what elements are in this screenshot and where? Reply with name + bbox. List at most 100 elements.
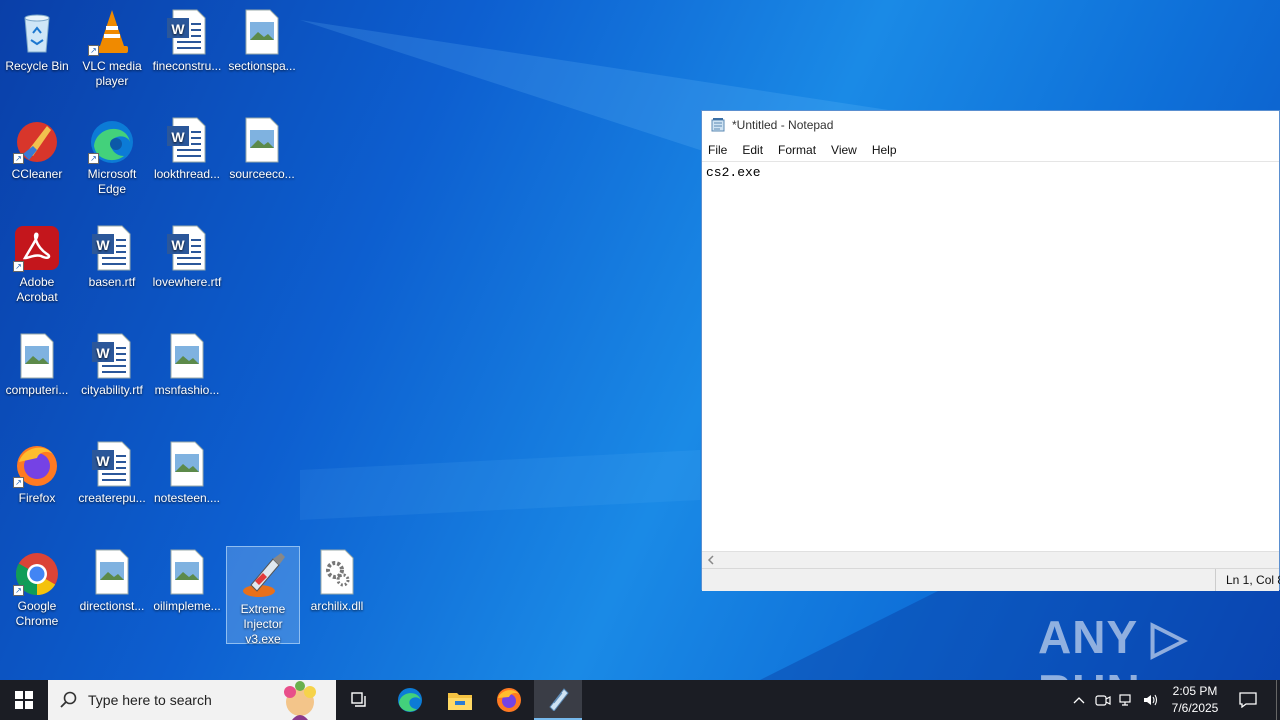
tray-network[interactable] [1116, 680, 1138, 720]
scroll-left-arrow-icon[interactable] [705, 552, 717, 568]
dll-gear-file-icon [313, 548, 361, 596]
menu-file[interactable]: File [708, 143, 727, 157]
icon-label: lookthread... [153, 167, 221, 181]
clock-time: 2:05 PM [1172, 684, 1218, 698]
taskbar-notepad-active[interactable] [534, 680, 582, 720]
desktop-file[interactable]: W lookthread... [150, 112, 224, 182]
folder-icon [448, 693, 472, 710]
desktop-file[interactable]: W fineconstru... [150, 4, 224, 74]
firefox-icon: ↗ [13, 440, 61, 488]
chrome-icon: ↗ [13, 548, 61, 596]
icon-label: directionst... [79, 599, 145, 613]
speaker-icon [1144, 694, 1158, 706]
icon-label: Microsoft Edge [87, 167, 137, 196]
firefox-shortcut[interactable]: ↗ Firefox [0, 436, 74, 506]
edge-shortcut[interactable]: ↗ Microsoft Edge [75, 112, 149, 197]
desktop-file[interactable]: directionst... [75, 544, 149, 614]
edge-icon: ↗ [88, 116, 136, 164]
icon-label: computeri... [5, 383, 69, 397]
tray-volume[interactable] [1140, 680, 1162, 720]
icon-label: msnfashio... [154, 383, 220, 397]
adobe-acrobat-shortcut[interactable]: ↗ Adobe Acrobat [0, 220, 74, 305]
search-highlight-art-icon [284, 681, 316, 720]
window-title: *Untitled - Notepad [732, 118, 834, 132]
clock-date: 7/6/2025 [1171, 701, 1219, 715]
icon-label: Adobe Acrobat [16, 275, 58, 304]
notepad-icon [549, 688, 569, 711]
vlc-cone-icon: ↗ [88, 8, 136, 56]
icon-label: lovewhere.rtf [152, 275, 222, 289]
desktop-file[interactable]: sourceeco... [225, 112, 299, 182]
icon-label: notesteen.... [153, 491, 221, 505]
injector-syringe-icon [239, 551, 287, 599]
menu-view[interactable]: View [831, 143, 857, 157]
search-icon [60, 691, 77, 708]
shortcut-arrow-icon: ↗ [13, 477, 24, 488]
people-camera-icon [1095, 695, 1111, 706]
svg-text:W: W [171, 21, 185, 37]
svg-text:W: W [96, 453, 110, 469]
word-document-icon: W [163, 116, 211, 164]
search-placeholder: Type here to search [88, 692, 212, 708]
vlc-shortcut[interactable]: ↗ VLC media player [75, 4, 149, 89]
icon-label: Extreme Injector v3.exe [240, 602, 286, 646]
notification-icon [1239, 692, 1257, 708]
icon-label: Recycle Bin [5, 59, 69, 73]
shortcut-arrow-icon: ↗ [13, 585, 24, 596]
desktop-file[interactable]: W lovewhere.rtf [150, 220, 224, 290]
horizontal-scrollbar[interactable] [702, 551, 1279, 569]
taskbar-search-box[interactable]: Type here to search [48, 680, 336, 720]
icon-label: Google Chrome [15, 599, 59, 628]
windows-logo-icon [15, 691, 33, 709]
desktop-file[interactable]: oilimpleme... [150, 544, 224, 614]
desktop-file[interactable]: sectionspa... [225, 4, 299, 74]
desktop-file[interactable]: computeri... [0, 328, 74, 398]
image-file-icon [163, 332, 211, 380]
network-icon [1119, 694, 1131, 706]
show-hidden-icons-button[interactable] [1068, 680, 1090, 720]
edge-icon [398, 688, 422, 712]
menu-edit[interactable]: Edit [742, 143, 763, 157]
word-document-icon: W [88, 440, 136, 488]
icon-label: oilimpleme... [153, 599, 221, 613]
title-bar[interactable]: *Untitled - Notepad [702, 111, 1279, 139]
text-editor-area[interactable]: cs2.exe [702, 161, 1279, 551]
chevron-up-icon [1073, 697, 1085, 704]
google-chrome-shortcut[interactable]: ↗ Google Chrome [0, 544, 74, 629]
menu-format[interactable]: Format [778, 143, 816, 157]
svg-text:W: W [171, 129, 185, 145]
svg-text:W: W [96, 345, 110, 361]
menu-help[interactable]: Help [872, 143, 897, 157]
tray-meet-now[interactable] [1092, 680, 1114, 720]
image-file-icon [238, 116, 286, 164]
svg-text:W: W [171, 237, 185, 253]
taskbar-firefox[interactable] [485, 680, 533, 720]
word-document-icon: W [163, 224, 211, 272]
taskbar-clock[interactable]: 2:05 PM 7/6/2025 [1162, 683, 1228, 717]
firefox-icon [497, 688, 521, 712]
taskbar-file-explorer[interactable] [436, 680, 484, 720]
desktop-file[interactable]: archilix.dll [300, 544, 374, 614]
start-button[interactable] [0, 680, 48, 720]
image-file-icon [163, 548, 211, 596]
icon-label: sourceeco... [229, 167, 295, 181]
desktop-file[interactable]: W basen.rtf [75, 220, 149, 290]
desktop-file[interactable]: W cityability.rtf [75, 328, 149, 398]
image-file-icon [88, 548, 136, 596]
shortcut-arrow-icon: ↗ [88, 153, 99, 164]
notepad-window[interactable]: *Untitled - Notepad File Edit Format Vie… [701, 110, 1280, 591]
task-view-button[interactable] [336, 680, 384, 720]
desktop-file[interactable]: notesteen.... [150, 436, 224, 506]
desktop-file[interactable]: W createrepu... [75, 436, 149, 506]
desktop-file[interactable]: msnfashio... [150, 328, 224, 398]
show-desktop-button[interactable] [1276, 680, 1277, 720]
extreme-injector-file[interactable]: Extreme Injector v3.exe [226, 546, 300, 646]
ccleaner-shortcut[interactable]: ↗ CCleaner [0, 112, 74, 182]
icon-label: CCleaner [11, 167, 63, 181]
recycle-bin-shortcut[interactable]: Recycle Bin [0, 4, 74, 74]
menu-bar: File Edit Format View Help [702, 139, 1279, 161]
taskbar-edge[interactable] [386, 680, 434, 720]
action-center-button[interactable] [1232, 680, 1264, 720]
cursor-position: Ln 1, Col 8 [1215, 569, 1280, 591]
icon-label: Firefox [18, 491, 56, 505]
